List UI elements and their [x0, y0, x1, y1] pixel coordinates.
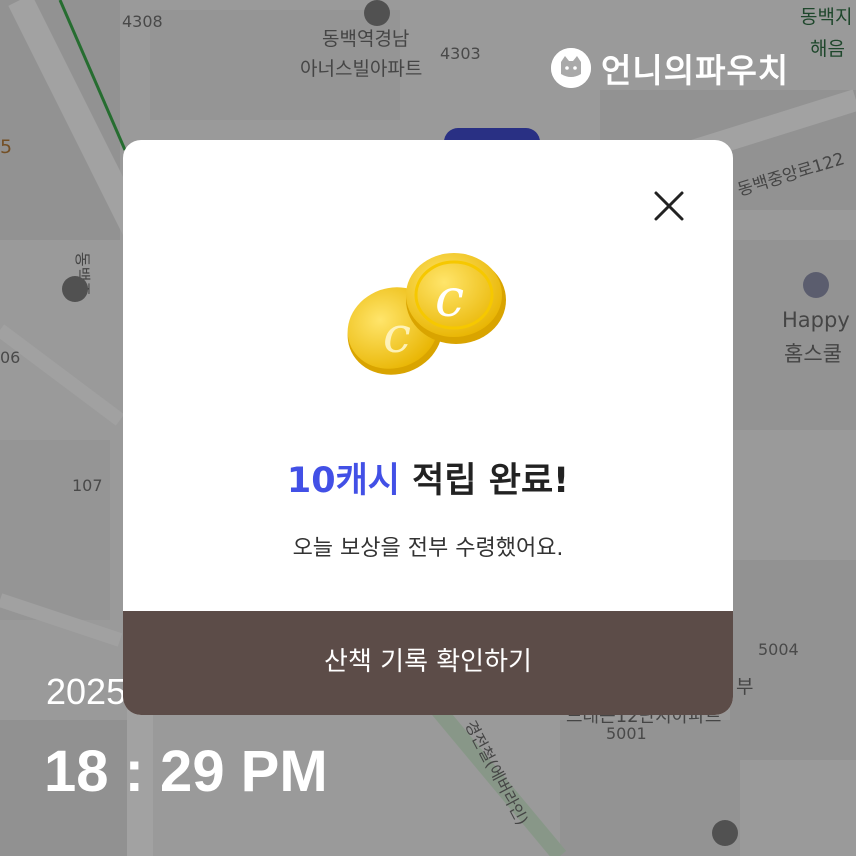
reward-title-text: 적립 완료!: [399, 461, 570, 501]
cat-face-icon: [551, 48, 591, 88]
close-button[interactable]: [649, 186, 689, 226]
svg-text:c: c: [435, 269, 464, 329]
brand-name: 언니의파우치: [601, 51, 790, 90]
reward-title: 10캐시 적립 완료!: [123, 452, 733, 503]
brand-watermark: 언니의파우치: [551, 44, 789, 92]
coins-icon: c c: [343, 244, 513, 384]
photo-time: 18 : 29 PM: [44, 739, 328, 804]
reward-subtitle: 오늘 보상을 전부 수령했어요.: [292, 536, 564, 561]
reward-amount: 10캐시: [286, 461, 400, 501]
close-icon: [654, 191, 684, 221]
reward-modal: c c 10캐시 적립 완료! 오늘 보상을 전부 수령했어요. 산책 기록 확…: [123, 140, 733, 715]
svg-text:c: c: [383, 306, 411, 364]
view-walk-record-button[interactable]: 산책 기록 확인하기: [123, 611, 733, 715]
